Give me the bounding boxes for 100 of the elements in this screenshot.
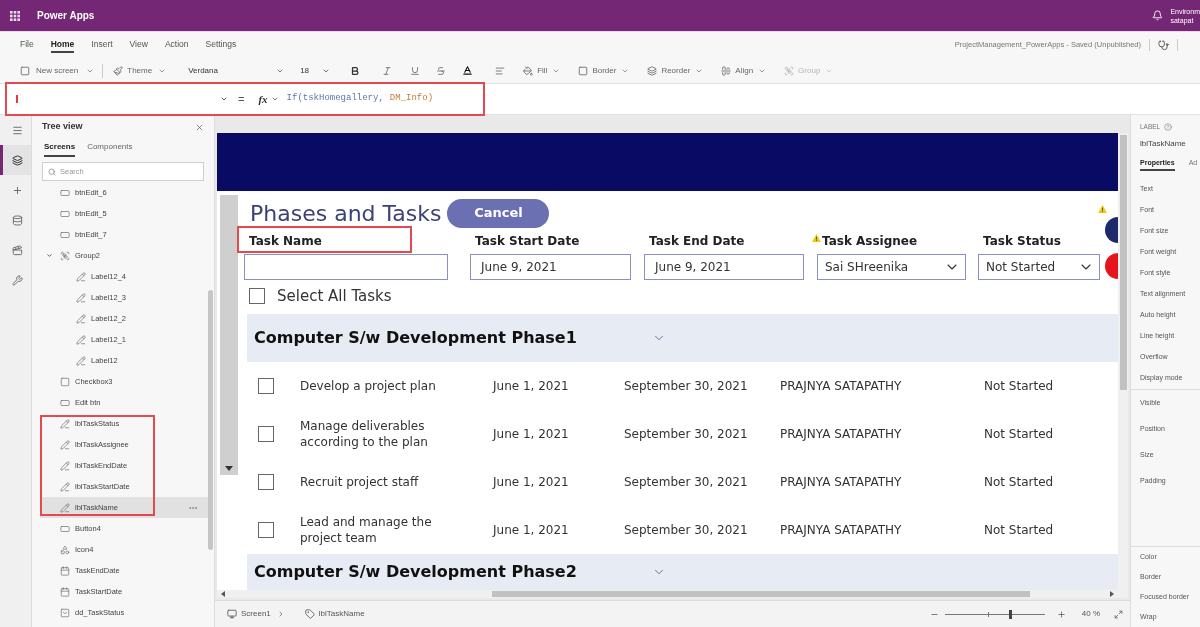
- phase-title: Computer S/w Development Phase2: [254, 562, 577, 581]
- checkbox[interactable]: [258, 474, 274, 490]
- calendar-icon: [60, 586, 70, 597]
- fullscreen-icon[interactable]: [1114, 609, 1123, 619]
- scrollbar-thumb[interactable]: [208, 290, 213, 550]
- text-align-icon[interactable]: [495, 65, 506, 76]
- formula-field[interactable]: If(tskHomegallery, DM_Info): [286, 88, 467, 110]
- reorder-button[interactable]: Reorder: [647, 61, 704, 80]
- scrollbar-thumb[interactable]: [492, 591, 1030, 597]
- layers-icon: [647, 65, 658, 76]
- dropdown[interactable]: Not Started: [978, 254, 1100, 280]
- tree-view-button[interactable]: [0, 145, 31, 175]
- end-date: September 30, 2021: [624, 523, 748, 537]
- font-size-dropdown[interactable]: 18: [296, 61, 335, 80]
- checkbox[interactable]: [258, 378, 274, 394]
- plus-icon: [11, 184, 23, 196]
- underline-icon[interactable]: [410, 65, 421, 76]
- shapes-icon: [60, 544, 70, 555]
- screen-title: Phases and Tasks: [250, 199, 442, 228]
- text-input[interactable]: [244, 254, 448, 280]
- checkbox[interactable]: [249, 288, 265, 304]
- assignee-name: PRAJNYA SATAPATHY: [780, 523, 902, 537]
- rectangle-icon: [60, 523, 70, 534]
- panel-tab[interactable]: Screens: [44, 141, 76, 157]
- bell-icon[interactable]: [1152, 10, 1164, 21]
- task-status: Not Started: [984, 475, 1054, 489]
- menu-tab[interactable]: View: [129, 37, 148, 53]
- help-icon[interactable]: [1164, 123, 1173, 131]
- panel-tab[interactable]: Components: [87, 141, 133, 157]
- pencil-icon: [76, 334, 86, 345]
- rectangle-icon: [60, 187, 70, 198]
- date-picker[interactable]: June 9, 2021: [470, 254, 631, 280]
- assignee-name: PRAJNYA SATAPATHY: [780, 427, 902, 441]
- slider-thumb[interactable]: [1009, 609, 1013, 619]
- dropdown-icon: [60, 607, 70, 618]
- arrow-left-icon[interactable]: [221, 591, 225, 597]
- pencil-icon: [76, 292, 86, 303]
- menu-tab[interactable]: Settings: [205, 37, 237, 53]
- paint-bucket-icon: [523, 65, 534, 76]
- pencil-icon: [60, 502, 70, 513]
- end-date: September 30, 2021: [624, 379, 748, 393]
- border-button[interactable]: Border: [578, 61, 630, 80]
- caret-icon: [270, 95, 279, 103]
- end-date: September 30, 2021: [624, 427, 748, 441]
- menu-tab[interactable]: Insert: [91, 37, 113, 53]
- date-picker[interactable]: June 9, 2021: [644, 254, 804, 280]
- align-button[interactable]: Align: [721, 61, 767, 80]
- phase-title: Computer S/w Development Phase1: [254, 328, 577, 347]
- menu-tab[interactable]: Home: [50, 37, 75, 53]
- function-button[interactable]: fx: [258, 90, 279, 108]
- chevron-down-icon[interactable]: [46, 252, 53, 259]
- checkbox[interactable]: [258, 522, 274, 538]
- control-breadcrumb[interactable]: lblTaskName: [304, 608, 365, 620]
- arrow-down-icon[interactable]: [225, 466, 233, 471]
- task-name: Develop a project plan: [300, 378, 436, 394]
- italic-icon[interactable]: [382, 65, 393, 76]
- checkbox[interactable]: [258, 426, 274, 442]
- task-status: Not Started: [984, 427, 1054, 441]
- vertical-scrollbar[interactable]: [1118, 133, 1128, 598]
- screen-icon: [227, 609, 237, 619]
- app-launcher-icon[interactable]: [10, 10, 20, 21]
- assignee-name: PRAJNYA SATAPATHY: [780, 475, 902, 489]
- assignee-name: PRAJNYA SATAPATHY: [780, 379, 902, 393]
- menu-tab[interactable]: Action: [164, 37, 189, 53]
- calendar-icon: [60, 565, 70, 576]
- rectangle-icon: [60, 397, 70, 408]
- scrollbar[interactable]: [220, 195, 238, 475]
- search-icon: [48, 167, 56, 176]
- field-label: Task Status: [983, 233, 1061, 250]
- field-label: Task Name: [249, 233, 322, 250]
- bold-icon[interactable]: [350, 65, 361, 76]
- font-dropdown[interactable]: Verdana: [184, 61, 289, 80]
- database-icon: [11, 214, 23, 226]
- task-status: Not Started: [984, 523, 1054, 537]
- theme-button[interactable]: Theme: [111, 61, 169, 80]
- new-screen-button[interactable]: New screen: [18, 61, 97, 80]
- arrow-right-icon[interactable]: [1110, 591, 1114, 597]
- round-button[interactable]: [1105, 217, 1118, 243]
- zoom-in-icon[interactable]: [1056, 609, 1066, 619]
- start-date: June 1, 2021: [493, 475, 569, 489]
- close-icon[interactable]: [195, 122, 204, 132]
- screen-breadcrumb[interactable]: Screen1: [227, 608, 285, 620]
- stethoscope-icon[interactable]: [1158, 39, 1169, 51]
- field-label: Task Start Date: [475, 233, 580, 250]
- dropdown[interactable]: Sai SHreenika: [817, 254, 966, 280]
- pencil-icon: [76, 355, 86, 366]
- task-name: Recruit project staff: [300, 474, 419, 490]
- square-icon: [60, 376, 70, 387]
- menu-icon: [11, 124, 23, 136]
- start-date: June 1, 2021: [493, 427, 569, 441]
- scrollbar-thumb[interactable]: [1119, 135, 1127, 390]
- rectangle-icon: [60, 208, 70, 219]
- fill-button[interactable]: Fill: [523, 61, 561, 80]
- cancel-button[interactable]: Cancel: [447, 198, 550, 228]
- zoom-reading: 40 %: [1081, 608, 1100, 620]
- font-color-icon[interactable]: [462, 65, 474, 76]
- menu-tab[interactable]: File: [20, 37, 34, 53]
- zoom-slider[interactable]: [944, 609, 1045, 619]
- horizontal-scrollbar[interactable]: [217, 590, 1118, 598]
- strikethrough-icon[interactable]: [436, 65, 447, 76]
